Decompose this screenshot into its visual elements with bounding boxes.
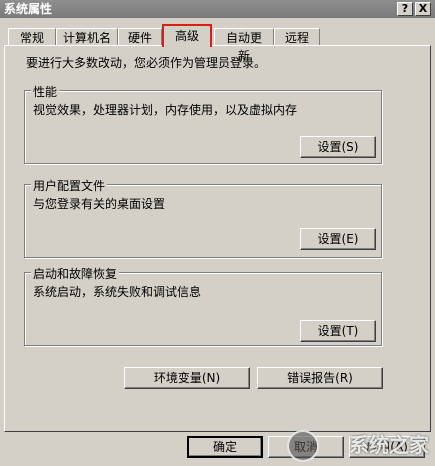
startup-recovery-title: 启动和故障恢复 bbox=[31, 265, 120, 282]
performance-settings-button[interactable]: 设置(S) bbox=[300, 136, 376, 158]
window-title: 系统属性 bbox=[4, 2, 53, 16]
user-profiles-settings-button[interactable]: 设置(E) bbox=[300, 228, 376, 250]
tab-general[interactable]: 常规 bbox=[8, 28, 56, 46]
user-profiles-group: 用户配置文件 与您登录有关的桌面设置 设置(E) bbox=[24, 177, 382, 258]
title-bar: 系统属性 ? X bbox=[0, 0, 435, 18]
environment-variables-button[interactable]: 环境变量(N) bbox=[124, 367, 250, 389]
close-button[interactable]: X bbox=[415, 2, 431, 16]
user-profiles-title: 用户配置文件 bbox=[31, 177, 108, 194]
performance-group: 性能 视觉效果，处理器计划，内存使用，以及虚拟内存 设置(S) bbox=[24, 83, 382, 164]
watermark-text: 系统之家 bbox=[349, 433, 429, 457]
performance-title: 性能 bbox=[31, 83, 60, 100]
tab-advanced[interactable]: 高级 bbox=[162, 24, 212, 47]
tab-hardware[interactable]: 硬件 bbox=[118, 28, 162, 46]
watermark-logo: 系统之家 bbox=[283, 426, 433, 464]
tab-automatic-updates[interactable]: 自动更新 bbox=[214, 28, 274, 63]
admin-notice: 要进行大多数改动，您必须作为管理员登录。 bbox=[26, 56, 267, 70]
tab-strip: 常规 计算机名 硬件 高级 自动更新 远程 bbox=[0, 18, 435, 63]
tab-computer-name[interactable]: 计算机名 bbox=[56, 28, 118, 46]
ok-button[interactable]: 确定 bbox=[187, 436, 263, 458]
startup-recovery-group: 启动和故障恢复 系统启动，系统失败和调试信息 设置(T) bbox=[24, 265, 382, 346]
watermark-icon bbox=[287, 430, 319, 462]
error-report-button[interactable]: 错误报告(R) bbox=[257, 367, 383, 389]
user-profiles-description: 与您登录有关的桌面设置 bbox=[33, 197, 166, 211]
performance-description: 视觉效果，处理器计划，内存使用，以及虚拟内存 bbox=[33, 103, 298, 117]
startup-recovery-description: 系统启动，系统失败和调试信息 bbox=[33, 285, 202, 299]
tab-remote[interactable]: 远程 bbox=[274, 28, 320, 46]
help-button[interactable]: ? bbox=[397, 2, 413, 16]
startup-recovery-settings-button[interactable]: 设置(T) bbox=[300, 320, 376, 342]
